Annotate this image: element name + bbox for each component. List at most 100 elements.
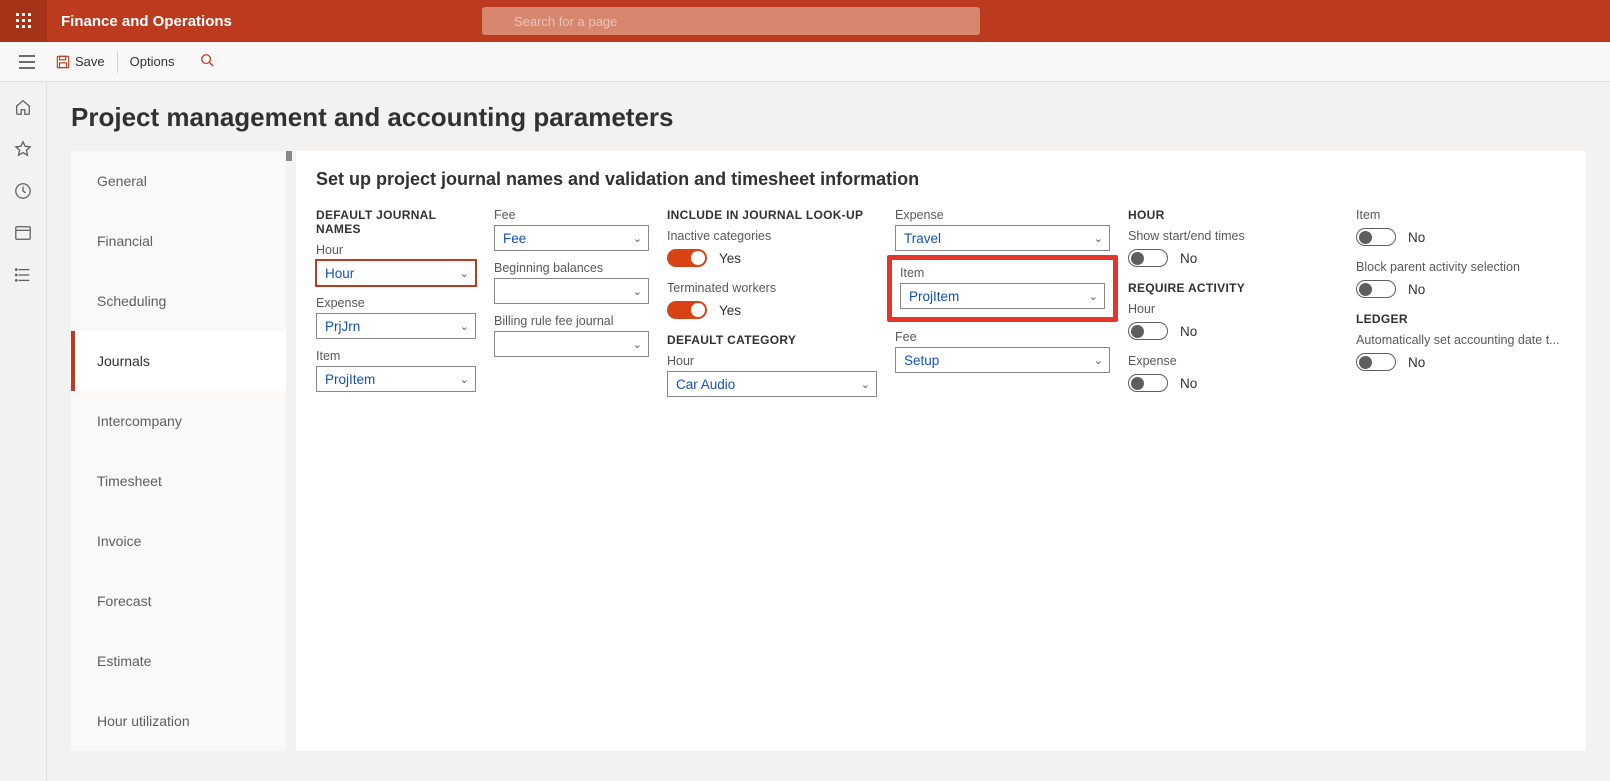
fee-select[interactable]: Fee ⌄ <box>494 225 649 251</box>
chevron-down-icon: ⌄ <box>1094 232 1103 245</box>
chevron-down-icon: ⌄ <box>460 267 469 280</box>
sidebar-item-forecast[interactable]: Forecast <box>71 571 286 631</box>
group-default-category: DEFAULT CATEGORY <box>667 333 877 347</box>
main-panel: Set up project journal names and validat… <box>296 151 1586 751</box>
sidebar-item-estimate[interactable]: Estimate <box>71 631 286 691</box>
inactive-toggle[interactable] <box>667 249 707 267</box>
ra-hour-label: Hour <box>1128 302 1338 316</box>
group-default-journal: DEFAULT JOURNAL NAMES <box>316 208 476 236</box>
expense-label: Expense <box>316 296 476 310</box>
expense-select[interactable]: PrjJrn ⌄ <box>316 313 476 339</box>
inactive-value: Yes <box>719 251 741 266</box>
group-hour: HOUR <box>1128 208 1338 222</box>
ledger-autodate-toggle[interactable] <box>1356 353 1396 371</box>
sidebar-item-hour-util[interactable]: Hour utilization <box>71 691 286 751</box>
chevron-down-icon: ⌄ <box>633 285 642 298</box>
hour-label: Hour <box>316 243 476 257</box>
options-button[interactable]: Options <box>120 42 185 81</box>
ra-item-label: Item <box>1356 208 1566 222</box>
block-parent-toggle[interactable] <box>1356 280 1396 298</box>
sidebar-item-label: Intercompany <box>97 413 182 429</box>
star-icon[interactable] <box>14 140 32 158</box>
beginning-balances-label: Beginning balances <box>494 261 649 275</box>
sidebar-item-label: Forecast <box>97 593 151 609</box>
terminated-label: Terminated workers <box>667 281 877 295</box>
action-search-icon[interactable] <box>192 53 222 70</box>
hamburger-icon[interactable] <box>8 55 46 69</box>
ra-item-value: No <box>1408 230 1425 245</box>
app-header: Finance and Operations <box>0 0 1610 42</box>
sidebar-item-label: Journals <box>97 353 150 369</box>
sidebar-item-label: Financial <box>97 233 153 249</box>
sidebar-item-scheduling[interactable]: Scheduling <box>71 271 286 331</box>
separator <box>117 51 118 73</box>
options-label: Options <box>130 54 175 69</box>
chevron-down-icon: ⌄ <box>633 232 642 245</box>
sidebar-item-timesheet[interactable]: Timesheet <box>71 451 286 511</box>
ra-expense-value: No <box>1180 376 1197 391</box>
ra-hour-value: No <box>1180 324 1197 339</box>
dc-item-label: Item <box>900 266 1105 280</box>
page-title: Project management and accounting parame… <box>71 82 1586 151</box>
module-icon[interactable] <box>14 224 32 242</box>
sidebar-item-journals[interactable]: Journals <box>71 331 286 391</box>
waffle-icon[interactable] <box>0 0 47 42</box>
item-select[interactable]: ProjItem ⌄ <box>316 366 476 392</box>
group-require-activity: REQUIRE ACTIVITY <box>1128 281 1338 295</box>
ledger-autodate-label: Automatically set accounting date t... <box>1356 333 1566 347</box>
sidebar-item-label: General <box>97 173 147 189</box>
search-input[interactable] <box>482 7 980 35</box>
show-times-value: No <box>1180 251 1197 266</box>
inactive-label: Inactive categories <box>667 229 877 243</box>
section-title: Set up project journal names and validat… <box>316 169 1566 190</box>
clock-icon[interactable] <box>14 182 32 200</box>
hour-select[interactable]: Hour ⌄ <box>316 260 476 286</box>
block-parent-value: No <box>1408 282 1425 297</box>
sidebar-item-financial[interactable]: Financial <box>71 211 286 271</box>
home-icon[interactable] <box>14 98 32 116</box>
dc-hour-select[interactable]: Car Audio ⌄ <box>667 371 877 397</box>
chevron-down-icon: ⌄ <box>633 338 642 351</box>
section-nav: General Financial Scheduling Journals In… <box>71 151 286 751</box>
billing-rule-select[interactable]: ⌄ <box>494 331 649 357</box>
dc-item-select[interactable]: ProjItem ⌄ <box>900 283 1105 309</box>
ra-expense-toggle[interactable] <box>1128 374 1168 392</box>
ledger-autodate-value: No <box>1408 355 1425 370</box>
left-nav-strip <box>0 82 47 781</box>
show-times-label: Show start/end times <box>1128 229 1338 243</box>
sidebar-item-label: Timesheet <box>97 473 162 489</box>
dc-fee-select[interactable]: Setup ⌄ <box>895 347 1110 373</box>
fee-label: Fee <box>494 208 649 222</box>
sidebar-item-intercompany[interactable]: Intercompany <box>71 391 286 451</box>
ra-hour-toggle[interactable] <box>1128 322 1168 340</box>
beginning-balances-select[interactable]: ⌄ <box>494 278 649 304</box>
chevron-down-icon: ⌄ <box>861 378 870 391</box>
item-label: Item <box>316 349 476 363</box>
highlighted-region: Item ProjItem ⌄ <box>887 255 1118 322</box>
sidebar-item-invoice[interactable]: Invoice <box>71 511 286 571</box>
save-button[interactable]: Save <box>46 42 115 81</box>
group-include-lookup: INCLUDE IN JOURNAL LOOK-UP <box>667 208 877 222</box>
dc-expense-select[interactable]: Travel ⌄ <box>895 225 1110 251</box>
scroll-handle[interactable] <box>286 151 292 161</box>
chevron-down-icon: ⌄ <box>1094 354 1103 367</box>
block-parent-label: Block parent activity selection <box>1356 260 1566 274</box>
terminated-value: Yes <box>719 303 741 318</box>
show-times-toggle[interactable] <box>1128 249 1168 267</box>
chevron-down-icon: ⌄ <box>1089 290 1098 303</box>
group-ledger: LEDGER <box>1356 312 1566 326</box>
terminated-toggle[interactable] <box>667 301 707 319</box>
sidebar-item-label: Hour utilization <box>97 713 190 729</box>
action-bar: Save Options <box>0 42 1610 82</box>
sidebar-item-label: Estimate <box>97 653 151 669</box>
chevron-down-icon: ⌄ <box>460 373 469 386</box>
dc-hour-label: Hour <box>667 354 877 368</box>
sidebar-item-label: Invoice <box>97 533 141 549</box>
ra-item-toggle[interactable] <box>1356 228 1396 246</box>
sidebar-item-general[interactable]: General <box>71 151 286 211</box>
list-icon[interactable] <box>14 266 32 284</box>
dc-fee-label: Fee <box>895 330 1110 344</box>
chevron-down-icon: ⌄ <box>460 320 469 333</box>
ra-expense-label: Expense <box>1128 354 1338 368</box>
app-title: Finance and Operations <box>47 13 232 30</box>
